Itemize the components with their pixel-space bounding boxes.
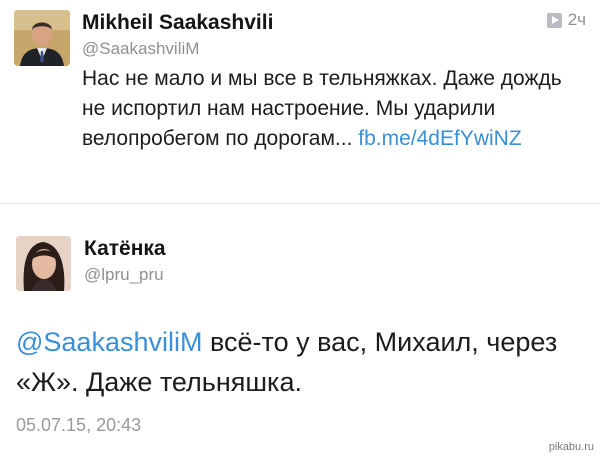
avatar[interactable]: [14, 10, 70, 66]
person-photo-icon: [14, 10, 70, 66]
tweet-1: Mikheil Saakashvili @SaakashviliM 2ч Нас…: [0, 0, 600, 203]
tweet-2: Катёнка @lpru_pru @SaakashviliM всё-то у…: [0, 204, 600, 458]
timestamp: 2ч: [567, 10, 586, 29]
author-name[interactable]: Катёнка: [84, 237, 166, 261]
play-icon: [546, 12, 562, 28]
mention-link[interactable]: @SaakashviliM: [16, 327, 202, 357]
tweet-text: Нас не мало и мы все в тельняжках. Даже …: [82, 64, 587, 154]
author-name[interactable]: Mikheil Saakashvili: [82, 11, 273, 35]
author-handle[interactable]: @SaakashviliM: [82, 39, 199, 59]
avatar[interactable]: [16, 236, 71, 291]
watermark: pikabu.ru: [548, 441, 594, 453]
author-handle[interactable]: @lpru_pru: [84, 265, 164, 285]
person-photo-icon: [16, 236, 71, 291]
timestamp-group: 2ч: [546, 10, 586, 30]
tweet-link[interactable]: fb.me/4dEfYwiNZ: [358, 127, 521, 150]
tweet-date: 05.07.15, 20:43: [16, 415, 142, 435]
tweet-text: @SaakashviliM всё-то у вас, Михаил, чере…: [16, 322, 586, 402]
